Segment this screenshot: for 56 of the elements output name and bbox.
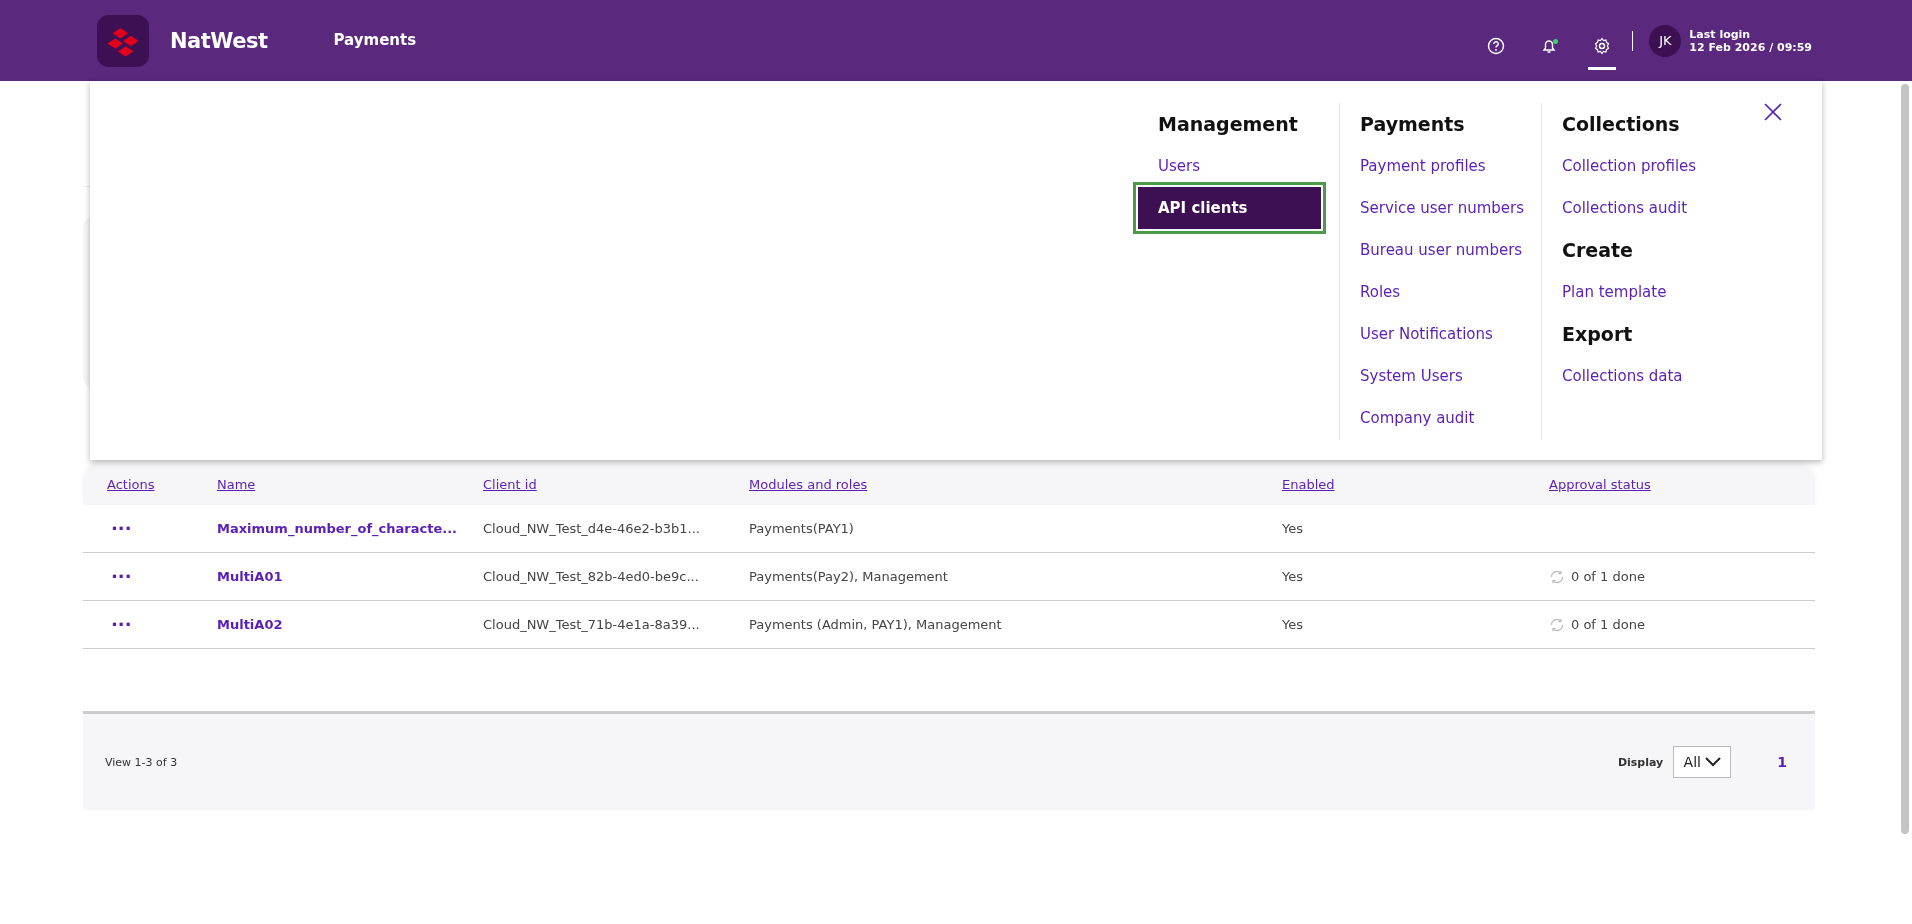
menu-heading: Export [1562, 322, 1634, 347]
column-header[interactable]: Name [217, 477, 483, 492]
column-header[interactable]: Enabled [1282, 477, 1549, 492]
refresh-icon [1549, 616, 1565, 633]
scrollbar[interactable] [1901, 84, 1909, 834]
table-cell: Yes [1282, 521, 1303, 536]
approval-status: 0 of 1 done [1571, 569, 1645, 584]
column-header[interactable]: Actions [83, 477, 217, 492]
menu-item[interactable]: Plan template [1562, 271, 1724, 313]
menu-item[interactable]: System Users [1360, 355, 1521, 397]
display-label: Display [1617, 755, 1664, 769]
notification-dot [1553, 38, 1559, 44]
table-cell: Yes [1282, 617, 1303, 632]
menu-heading: Collections [1562, 112, 1681, 137]
menu-item[interactable]: Roles [1360, 271, 1521, 313]
actions-menu-button[interactable]: ··· [107, 519, 136, 538]
menu-item[interactable]: Company audit [1360, 397, 1521, 439]
menu-item[interactable]: Collection profiles [1562, 145, 1724, 187]
table-cell: Payments(PAY1) [749, 521, 854, 536]
menu-item[interactable]: User Notifications [1360, 313, 1521, 355]
last-login-label: Last login [1689, 27, 1752, 41]
last-login-value: 12 Feb 2026 / 09:59 [1689, 40, 1812, 54]
menu-item[interactable]: Collections audit [1562, 187, 1724, 229]
nav-link[interactable]: Payments [333, 26, 417, 55]
help-icon[interactable] [1487, 37, 1506, 55]
menu-item[interactable]: Users [1158, 145, 1319, 187]
approval-status: 0 of 1 done [1571, 617, 1645, 632]
chevron-down-icon [1704, 757, 1721, 767]
actions-menu-button[interactable]: ··· [107, 567, 136, 586]
menu-heading: Payments [1360, 112, 1466, 137]
column-header[interactable]: Approval status [1549, 477, 1815, 492]
display-select[interactable]: All [1673, 746, 1732, 778]
brand-name: NatWest [170, 28, 268, 53]
menu-item[interactable]: Collections data [1562, 355, 1724, 397]
client-name-link[interactable]: MultiA02 [217, 617, 283, 632]
table-cell: Payments(Pay2), Management [749, 569, 948, 584]
close-icon[interactable] [1764, 103, 1782, 121]
client-name-link[interactable]: Maximum_number_of_characte... [217, 521, 458, 536]
avatar[interactable]: JK [1649, 24, 1682, 57]
column-header[interactable]: Client id [483, 477, 749, 492]
menu-item[interactable]: Payment profiles [1360, 145, 1521, 187]
menu-heading: Management [1158, 112, 1299, 137]
client-name-link[interactable]: MultiA01 [217, 569, 283, 584]
table-cell: Yes [1282, 569, 1303, 584]
table-cell: Cloud_NW_Test_d4e-46e2-b3b1... [483, 521, 700, 536]
page-link[interactable]: 1 [1777, 754, 1787, 770]
actions-menu-button[interactable]: ··· [107, 615, 136, 634]
menu-item[interactable]: Bureau user numbers [1360, 229, 1521, 271]
refresh-icon [1549, 568, 1565, 585]
results-summary: View 1-3 of 3 [105, 755, 178, 769]
menu-heading: Create [1562, 238, 1634, 263]
settings-icon[interactable] [1593, 37, 1612, 55]
table-cell: Payments (Admin, PAY1), Management [749, 617, 1002, 632]
table-cell: Cloud_NW_Test_82b-4ed0-be9c... [483, 569, 699, 584]
table-cell: Cloud_NW_Test_71b-4e1a-8a39... [483, 617, 700, 632]
column-header[interactable]: Modules and roles [749, 477, 1282, 492]
